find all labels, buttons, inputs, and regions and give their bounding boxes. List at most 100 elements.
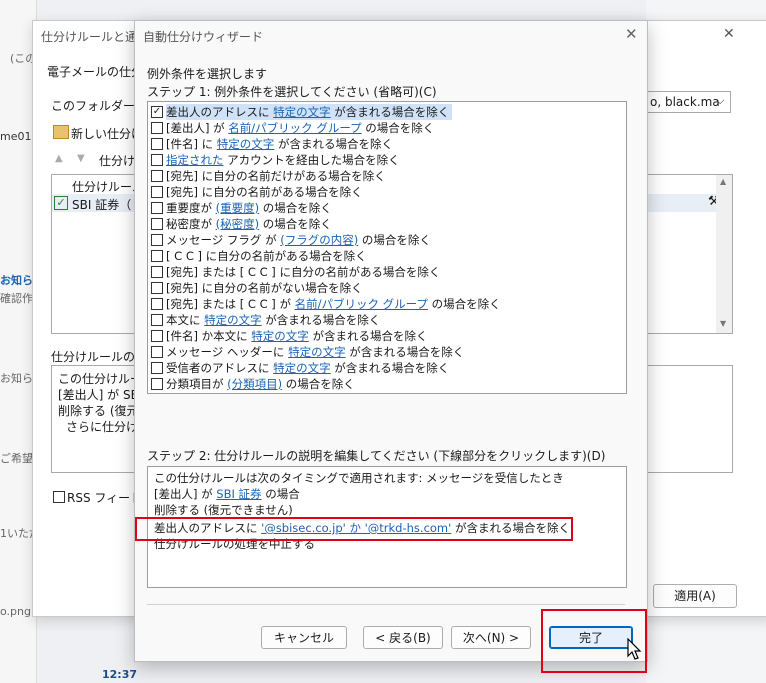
bg-text-8: o.png: [0, 605, 31, 618]
condition-item[interactable]: [宛先] に自分の名前がない場合を除く: [148, 280, 626, 296]
wizard-heading: 例外条件を選択します: [147, 67, 268, 81]
condition-item[interactable]: [ C C ] に自分の名前がある場合を除く: [148, 248, 626, 264]
condition-label: メッセージ フラグ が (フラグの内容) の場合を除く: [166, 233, 431, 247]
condition-link[interactable]: 特定の文字: [217, 137, 275, 151]
button-separator: [147, 604, 625, 605]
condition-item[interactable]: 分類項目が (分類項目) の場合を除く: [148, 376, 626, 392]
highlight-box: [135, 517, 573, 541]
condition-item[interactable]: メッセージ ヘッダーに 特定の文字 が含まれる場合を除く: [148, 344, 626, 360]
condition-label: [件名] か本文に 特定の文字 が含まれる場合を除く: [166, 329, 428, 343]
rss-checkbox[interactable]: [53, 491, 65, 503]
condition-checkbox[interactable]: [151, 122, 163, 134]
condition-checkbox[interactable]: [151, 138, 163, 150]
condition-label: [宛先] または [ C C ] が 名前/パブリック グループ の場合を除く: [166, 297, 501, 311]
sender-link[interactable]: SBI 証券: [216, 487, 261, 501]
cancel-button[interactable]: キャンセル: [261, 626, 347, 649]
condition-checkbox[interactable]: [151, 218, 163, 230]
condition-checkbox[interactable]: [151, 378, 163, 390]
condition-link[interactable]: 特定の文字: [288, 345, 346, 359]
condition-link[interactable]: 特定の文字: [273, 361, 331, 375]
condition-link[interactable]: (フラグの内容): [280, 233, 358, 247]
step1-label: ステップ 1: 例外条件を選択してください (省略可)(C): [147, 85, 437, 99]
condition-item[interactable]: メッセージ フラグ が (フラグの内容) の場合を除く: [148, 232, 626, 248]
condition-checkbox[interactable]: [151, 362, 163, 374]
rules-list-scrollbar[interactable]: ▲ ▼: [716, 175, 732, 333]
condition-label: 差出人のアドレスに 特定の文字 が含まれる場合を除く: [166, 104, 453, 120]
sort-label: 仕分け: [99, 154, 136, 168]
rules-dialog-title: 仕分けルールと通知: [41, 30, 150, 44]
move-down-icon[interactable]: ▼: [77, 153, 85, 164]
condition-checkbox[interactable]: [151, 170, 163, 182]
condition-link[interactable]: (重要度): [216, 201, 259, 215]
rules-wizard-dialog: 自動仕分けウィザード ✕ 例外条件を選択します ステップ 1: 例外条件を選択し…: [134, 20, 648, 673]
email-rules-tab[interactable]: 電子メールの仕分: [47, 63, 143, 80]
condition-item[interactable]: 受信者のアドレスに 特定の文字 が含まれる場合を除く: [148, 360, 626, 376]
condition-item[interactable]: [宛先] または [ C C ] が 名前/パブリック グループ の場合を除く: [148, 296, 626, 312]
condition-checkbox[interactable]: [151, 282, 163, 294]
condition-checkbox[interactable]: [151, 298, 163, 310]
rule-checkbox[interactable]: ✓: [54, 196, 68, 210]
condition-link[interactable]: 特定の文字: [251, 329, 309, 343]
condition-item[interactable]: [差出人] が 名前/パブリック グループ の場合を除く: [148, 120, 626, 136]
condition-label: 本文に 特定の文字 が含まれる場合を除く: [166, 313, 381, 327]
condition-item[interactable]: 本文に 特定の文字 が含まれる場合を除く: [148, 312, 626, 328]
condition-item[interactable]: [宛先] に自分の名前がある場合を除く: [148, 184, 626, 200]
condition-link[interactable]: 名前/パブリック グループ: [228, 121, 361, 135]
rule-desc-label: 仕分けルールの説: [51, 350, 148, 364]
condition-checkbox[interactable]: [151, 346, 163, 358]
close-icon[interactable]: ✕: [723, 26, 735, 42]
condition-checkbox[interactable]: [151, 186, 163, 198]
condition-checkbox[interactable]: [151, 202, 163, 214]
condition-link[interactable]: 名前/パブリック グループ: [295, 297, 428, 311]
condition-item[interactable]: [件名] に 特定の文字 が含まれる場合を除く: [148, 136, 626, 152]
rule-desc-line-1: この仕分けルー: [58, 372, 143, 386]
folder-select[interactable]: o, black.ma ⌵: [645, 91, 731, 113]
condition-item[interactable]: 秘密度が (秘密度) の場合を除く: [148, 216, 626, 232]
condition-link[interactable]: 指定された: [166, 153, 224, 167]
condition-label: [差出人] が 名前/パブリック グループ の場合を除く: [166, 121, 435, 135]
condition-item[interactable]: ✓ 差出人のアドレスに 特定の文字 が含まれる場合を除く: [148, 104, 626, 120]
condition-label: [ C C ] に自分の名前がある場合を除く: [166, 249, 367, 263]
condition-label: メッセージ ヘッダーに 特定の文字 が含まれる場合を除く: [166, 345, 465, 359]
condition-item[interactable]: [件名] か本文に 特定の文字 が含まれる場合を除く: [148, 328, 626, 344]
new-rule-button[interactable]: 新しい仕分け: [71, 125, 143, 142]
condition-label: [宛先] に自分の名前だけがある場合を除く: [166, 169, 386, 183]
condition-label: [宛先] に自分の名前がない場合を除く: [166, 281, 363, 295]
condition-label: [宛先] または [ C C ] に自分の名前がある場合を除く: [166, 265, 441, 279]
apply-button[interactable]: 適用(A): [653, 584, 737, 608]
condition-label: 秘密度が (秘密度) の場合を除く: [166, 217, 332, 231]
condition-link[interactable]: 特定の文字: [204, 313, 262, 327]
next-button[interactable]: 次へ(N) >: [451, 626, 531, 649]
close-icon[interactable]: ✕: [625, 25, 638, 43]
condition-checkbox[interactable]: [151, 234, 163, 246]
move-up-icon[interactable]: ▲: [55, 153, 63, 164]
condition-checkbox[interactable]: [151, 266, 163, 278]
condition-item[interactable]: [宛先] に自分の名前だけがある場合を除く: [148, 168, 626, 184]
condition-item[interactable]: [宛先] または [ C C ] に自分の名前がある場合を除く: [148, 264, 626, 280]
bg-text-3: お知ら: [0, 274, 33, 287]
condition-item[interactable]: 重要度が (重要度) の場合を除く: [148, 200, 626, 216]
step2-label: ステップ 2: 仕分けルールの説明を編集してください (下線部分をクリックします…: [147, 449, 606, 463]
new-rule-icon: [53, 125, 69, 139]
rule-desc-line-2: [差出人] が SBI: [58, 388, 143, 402]
condition-link[interactable]: (秘密度): [216, 217, 259, 231]
exception-conditions-list[interactable]: ✓ 差出人のアドレスに 特定の文字 が含まれる場合を除く [差出人] が 名前/パブ…: [147, 101, 627, 394]
back-button[interactable]: < 戻る(B): [363, 626, 443, 649]
condition-label: 重要度が (重要度) の場合を除く: [166, 201, 332, 215]
condition-checkbox[interactable]: [151, 330, 163, 342]
rule-desc-line-3: 削除する (復元: [58, 404, 139, 418]
mouse-cursor-icon: [627, 638, 642, 660]
desc-line-sender: [差出人] が SBI 証券 の場合: [154, 487, 300, 501]
condition-label: 指定された アカウントを経由した場合を除く: [166, 153, 400, 167]
condition-checkbox[interactable]: [151, 314, 163, 326]
condition-checkbox[interactable]: [151, 250, 163, 262]
condition-link[interactable]: (分類項目): [227, 377, 282, 391]
wizard-title: 自動仕分けウィザード: [143, 30, 264, 44]
condition-checkbox[interactable]: [151, 154, 163, 166]
rule-name: SBI 証券（: [72, 198, 132, 212]
bg-time: 12:37: [102, 668, 138, 681]
condition-checkbox[interactable]: ✓: [151, 106, 163, 118]
condition-item[interactable]: 指定された アカウントを経由した場合を除く: [148, 152, 626, 168]
condition-link[interactable]: 特定の文字: [273, 105, 331, 119]
chevron-down-icon: ⌵: [716, 94, 725, 107]
